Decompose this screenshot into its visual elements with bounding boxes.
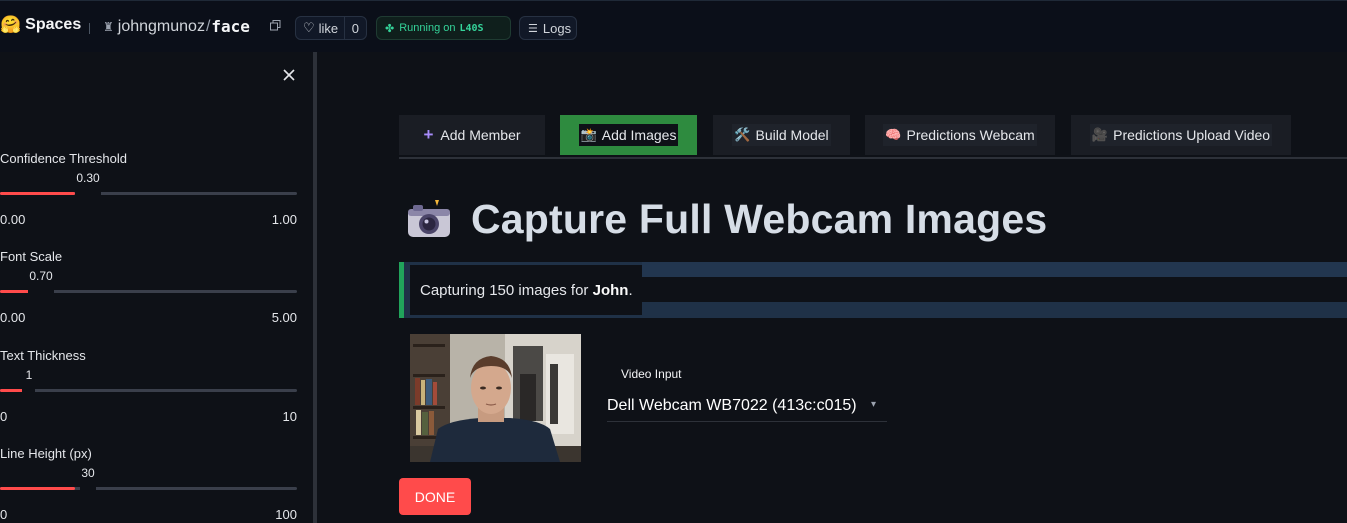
status-hardware: L40S bbox=[459, 22, 484, 34]
copy-icon[interactable] bbox=[270, 20, 281, 31]
chevron-down-icon: ▾ bbox=[871, 399, 877, 410]
tools-icon: 🛠️ bbox=[734, 127, 751, 142]
tab-label: Build Model bbox=[755, 127, 829, 143]
brand-label: Spaces bbox=[25, 16, 82, 33]
heart-icon: ♡ bbox=[303, 20, 315, 35]
slider-track[interactable] bbox=[0, 389, 297, 392]
repo-name-link[interactable]: face bbox=[211, 17, 250, 36]
status-prefix: Running on bbox=[399, 22, 456, 34]
webcam-preview bbox=[410, 334, 581, 462]
slider-label: Text Thickness bbox=[0, 348, 86, 363]
tab-build-model[interactable]: 🛠️ Build Model bbox=[713, 115, 850, 155]
like-button[interactable]: ♡ like 0 bbox=[295, 16, 367, 40]
slider-value: 30 bbox=[81, 466, 95, 480]
logs-button[interactable]: ☰ Logs bbox=[519, 16, 577, 40]
logs-icon: ☰ bbox=[528, 22, 538, 35]
avatar-icon: ♜ bbox=[103, 19, 114, 34]
info-stripe bbox=[642, 277, 1347, 302]
slider-label: Confidence Threshold bbox=[0, 151, 127, 166]
info-alert: Capturing 150 images for John. bbox=[399, 262, 1347, 318]
slider-min: 0 bbox=[0, 409, 8, 424]
slider-thumb[interactable] bbox=[28, 287, 54, 296]
breadcrumb-separator: / bbox=[205, 17, 211, 35]
heading-text: Capture Full Webcam Images bbox=[471, 196, 1048, 242]
tab-predictions-webcam[interactable]: 🧠 Predictions Webcam bbox=[865, 115, 1055, 155]
slider-thumb[interactable] bbox=[75, 189, 101, 198]
status-dot-icon: ✤ bbox=[385, 22, 395, 35]
slider-value: 0.70 bbox=[29, 269, 53, 283]
tab-label: Predictions Webcam bbox=[906, 127, 1035, 143]
slider-fill bbox=[0, 192, 75, 195]
info-stripe bbox=[642, 262, 1347, 277]
tab-label: Add Images bbox=[601, 127, 677, 143]
like-label: like bbox=[318, 20, 339, 36]
brain-icon: 🧠 bbox=[885, 127, 902, 142]
camera-icon: 📸 bbox=[580, 127, 597, 142]
info-message: Capturing 150 images for John. bbox=[420, 282, 633, 299]
tab-add-member[interactable]: + Add Member bbox=[399, 115, 545, 155]
slider-min: 0.00 bbox=[0, 212, 26, 227]
info-name: John bbox=[592, 282, 629, 299]
tab-label: Predictions Upload Video bbox=[1113, 127, 1271, 143]
slider-value: 1 bbox=[25, 368, 33, 382]
slider-thumb[interactable] bbox=[80, 484, 96, 493]
like-count: 0 bbox=[343, 17, 366, 39]
slider-max: 1.00 bbox=[271, 212, 297, 227]
running-status-badge[interactable]: ✤ Running on L40S bbox=[376, 16, 511, 40]
slider-thumb[interactable] bbox=[22, 386, 35, 395]
tab-add-images[interactable]: 📸 Add Images bbox=[560, 115, 697, 155]
spaces-brand-link[interactable]: 🤗 Spaces bbox=[0, 15, 81, 35]
slider-label: Line Height (px) bbox=[0, 446, 92, 461]
slider-min: 0.00 bbox=[0, 310, 26, 325]
tab-predictions-upload-video[interactable]: 🎥 Predictions Upload Video bbox=[1071, 115, 1291, 155]
page-title: Capture Full Webcam Images bbox=[405, 196, 1047, 243]
sidebar: Confidence Threshold 0.30 0.00 1.00 Font… bbox=[0, 52, 313, 523]
slider-min: 0 bbox=[0, 507, 8, 522]
slider-max: 10 bbox=[282, 409, 297, 424]
slider-value: 0.30 bbox=[76, 171, 100, 185]
tab-label: Add Member bbox=[440, 127, 521, 143]
divider bbox=[89, 23, 90, 34]
hugging-face-logo-icon: 🤗 bbox=[0, 15, 22, 34]
close-icon[interactable] bbox=[279, 65, 299, 85]
top-navigation-bar: 🤗 Spaces ♜ johngmunoz / face ♡ like 0 ✤ … bbox=[0, 0, 1347, 52]
info-prefix: Capturing 150 images for bbox=[420, 282, 593, 299]
video-input-value: Dell Webcam WB7022 (413c:c015) bbox=[607, 397, 857, 414]
slider-fill bbox=[0, 487, 75, 490]
camera-flash-icon bbox=[408, 199, 450, 237]
video-input-label: Video Input bbox=[621, 367, 682, 381]
done-button[interactable]: DONE bbox=[399, 478, 471, 515]
info-suffix: . bbox=[628, 282, 633, 299]
tab-bar: + Add Member 📸 Add Images 🛠️ Build Model… bbox=[399, 115, 1347, 159]
slider-label: Font Scale bbox=[0, 249, 63, 264]
video-input-select[interactable]: Dell Webcam WB7022 (413c:c015) ▾ bbox=[607, 394, 887, 422]
slider-max: 5.00 bbox=[271, 310, 297, 325]
repo-owner-link[interactable]: johngmunoz bbox=[118, 18, 205, 36]
movie-camera-icon: 🎥 bbox=[1091, 127, 1109, 142]
sidebar-resize-handle[interactable] bbox=[313, 52, 317, 523]
slider-max: 100 bbox=[275, 507, 297, 522]
plus-icon: + bbox=[423, 125, 434, 144]
repo-breadcrumb: ♜ johngmunoz / face bbox=[103, 17, 250, 36]
logs-label: Logs bbox=[542, 20, 572, 36]
